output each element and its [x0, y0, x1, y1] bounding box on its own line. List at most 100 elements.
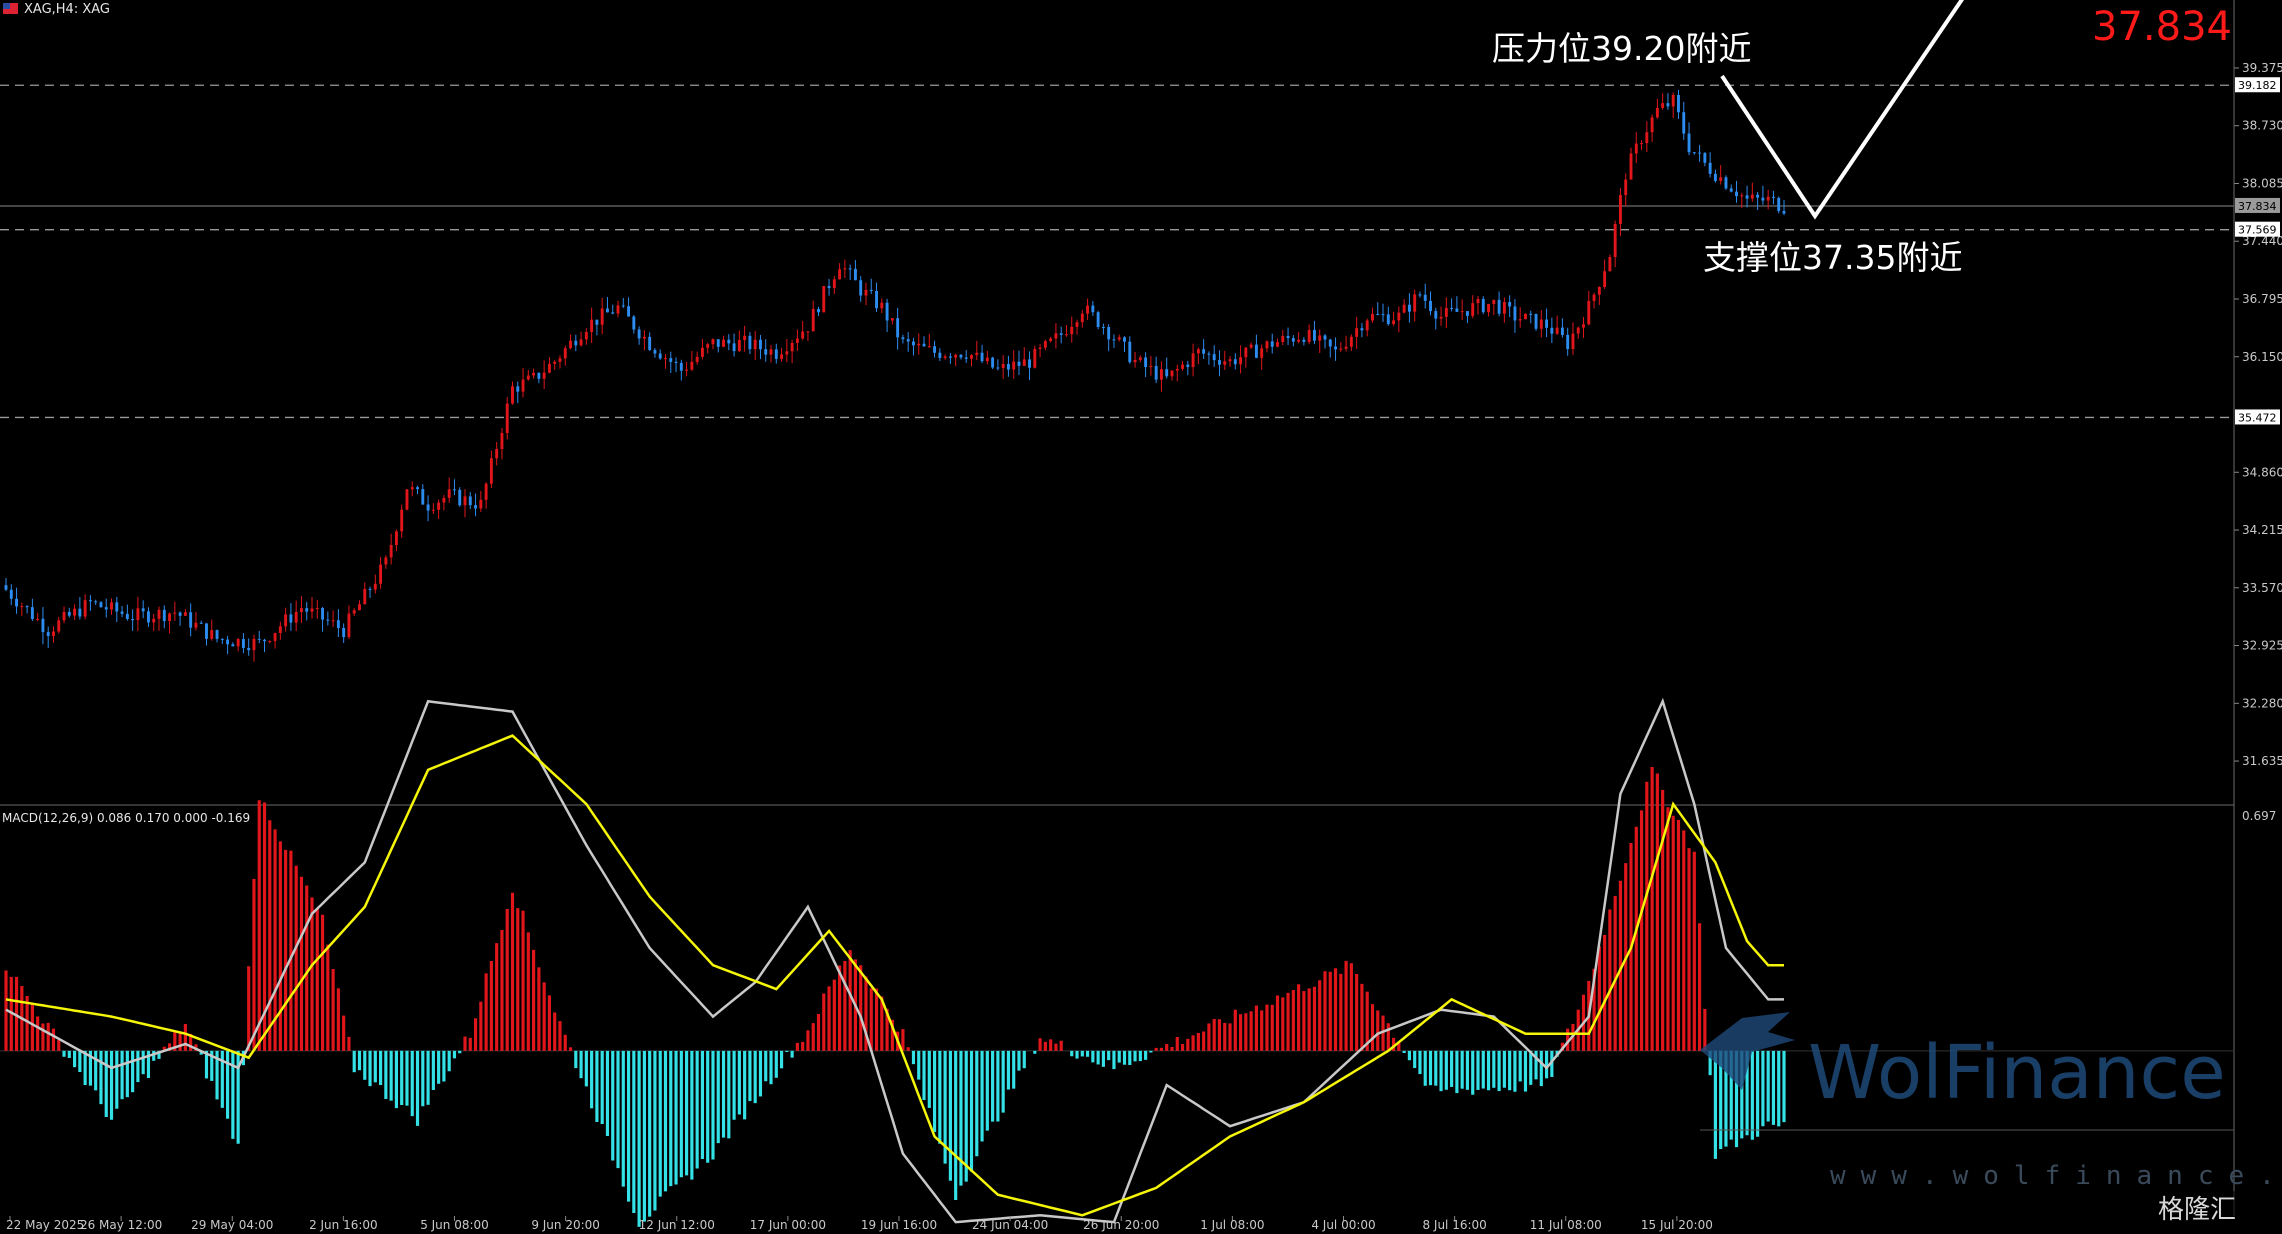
candle-body: [468, 496, 472, 506]
price-tick-label: 34.860: [2242, 465, 2282, 479]
candle-body: [1054, 333, 1058, 339]
symbol-flag-canton: [3, 3, 10, 9]
candle-body: [9, 589, 13, 599]
candle-body: [901, 337, 905, 340]
candle-body: [811, 309, 815, 332]
candle-body: [273, 633, 277, 642]
candle-body: [542, 372, 546, 379]
candle-body: [832, 279, 836, 289]
candle-body: [774, 349, 778, 359]
candle-body: [579, 339, 583, 346]
candle-body: [1666, 103, 1670, 107]
candle-body: [336, 620, 340, 628]
candle-body: [62, 611, 66, 621]
candle-body: [67, 611, 71, 616]
candle-body: [152, 618, 156, 623]
candle-body: [189, 612, 193, 628]
candle-body: [73, 608, 77, 616]
candle-body: [4, 585, 8, 590]
candle-body: [985, 357, 989, 362]
candle-body: [36, 618, 40, 620]
candle-body: [489, 458, 493, 484]
candle-body: [1476, 298, 1480, 304]
candle-body: [347, 613, 351, 638]
candle-body: [1022, 359, 1026, 366]
candle-body: [1518, 319, 1522, 321]
candle-body: [1181, 364, 1184, 369]
candle-body: [1497, 299, 1501, 314]
candle-body: [716, 339, 720, 347]
candle-body: [1207, 353, 1211, 355]
candle-body: [864, 289, 868, 296]
candle-body: [421, 489, 425, 505]
candle-body: [120, 611, 124, 614]
price-tick-label: 39.375: [2242, 61, 2282, 75]
candle-body: [526, 375, 530, 380]
candle-body: [215, 630, 219, 639]
candle-body: [616, 305, 620, 314]
candle-body: [706, 344, 710, 348]
candle-body: [1154, 365, 1158, 380]
candle-body: [1524, 313, 1527, 320]
price-tick-label: 36.150: [2242, 350, 2282, 364]
candle-body: [1555, 327, 1559, 334]
candle-body: [1613, 224, 1617, 258]
candle-body: [1191, 353, 1195, 368]
candle-body: [1175, 368, 1179, 371]
candle-body: [648, 336, 652, 350]
time-tick-label: 12 Jun 12:00: [639, 1218, 715, 1232]
candle-body: [880, 302, 884, 309]
candle-body: [1735, 191, 1738, 197]
candle-body: [442, 497, 446, 503]
candle-body: [1202, 349, 1206, 354]
candle-body: [1038, 347, 1042, 349]
candle-body: [1640, 143, 1643, 145]
candle-body: [991, 357, 995, 368]
candle-body: [1671, 94, 1675, 107]
candle-body: [1218, 360, 1221, 365]
candle-body: [183, 612, 187, 616]
candle-body: [1618, 195, 1622, 225]
candle-body: [1149, 365, 1153, 368]
candle-body: [1698, 152, 1702, 154]
price-tick-label: 38.730: [2242, 119, 2282, 133]
candle-body: [1233, 359, 1237, 365]
candle-body: [780, 354, 784, 359]
candle-body: [220, 638, 224, 640]
candle-body: [484, 483, 488, 500]
candle-body: [1260, 348, 1264, 358]
candle-body: [394, 531, 398, 546]
candle-body: [1677, 94, 1680, 113]
candle-body: [1049, 338, 1053, 342]
candle-body: [764, 349, 768, 355]
support-annotation: 支撑位37.35附近: [1703, 238, 1962, 277]
candle-body: [1371, 313, 1374, 321]
candle-body: [1302, 339, 1306, 342]
candle-body: [1307, 329, 1311, 342]
candle-body: [1270, 341, 1274, 347]
candle-body: [537, 372, 541, 379]
candle-body: [1091, 305, 1095, 313]
candle-body: [1386, 314, 1390, 325]
candle-body: [447, 489, 451, 498]
candle-body: [759, 339, 762, 350]
candle-body: [1724, 177, 1728, 189]
time-tick-label: 17 Jun 00:00: [750, 1218, 826, 1232]
candle-body: [1740, 195, 1744, 197]
candle-body: [125, 613, 129, 619]
candle-body: [1539, 319, 1543, 329]
candle-body: [722, 339, 725, 347]
candle-body: [553, 361, 557, 364]
candle-body: [57, 620, 61, 632]
candle-body: [674, 361, 678, 363]
candle-body: [1761, 197, 1765, 201]
candle-body: [1682, 112, 1686, 134]
candle-body: [1355, 328, 1359, 337]
candle-body: [1708, 162, 1712, 174]
macd-tick-label: 0.697: [2242, 809, 2276, 823]
candle-body: [236, 639, 240, 647]
xag-h4-chart: XAG,H4: XAG 39.37538.73038.08537.44036.7…: [0, 0, 2282, 1234]
candle-body: [933, 346, 937, 353]
candle-body: [110, 602, 113, 610]
candle-body: [1771, 196, 1775, 198]
